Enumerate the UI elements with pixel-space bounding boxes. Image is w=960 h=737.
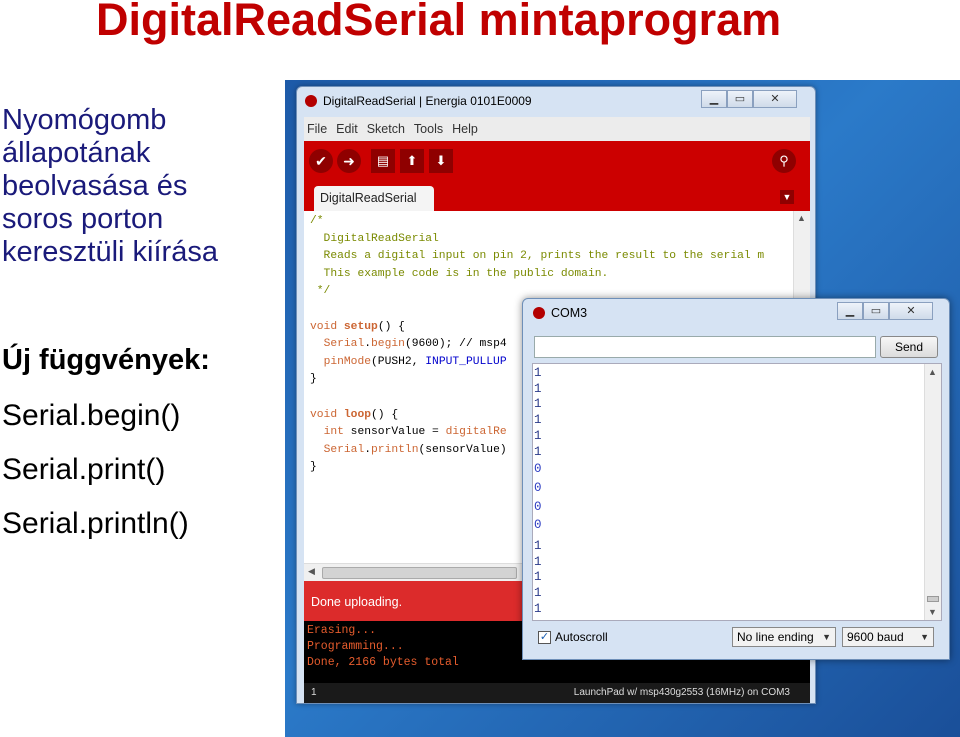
autoscroll-checkbox[interactable]: ✓ [538, 630, 551, 644]
serial-monitor-window-controls: ▁ ▭ ✕ [837, 302, 933, 320]
serial-output-line: 0 [534, 462, 542, 477]
scroll-up-icon[interactable]: ▲ [928, 367, 937, 377]
serial-output-line: 1 [534, 397, 542, 412]
line-ending-select[interactable]: No line ending ▼ [732, 627, 836, 647]
ide-tabbar: DigitalReadSerial ▼ [304, 181, 810, 211]
function-item: Serial.print() [2, 453, 166, 486]
serial-output-scrollbar[interactable]: ▲ ▼ [924, 364, 941, 620]
menu-help[interactable]: Help [452, 122, 478, 136]
maximize-icon[interactable]: ▭ [863, 302, 889, 320]
serial-output-line: 1 [534, 413, 542, 428]
tab-menu-icon[interactable]: ▼ [780, 190, 794, 204]
serial-output-line: 1 [534, 570, 542, 585]
code-line: This example code is in the public domai… [310, 267, 609, 280]
minimize-icon[interactable]: ▁ [701, 90, 727, 108]
editor-horizontal-scrollbar[interactable]: ◀ [304, 563, 534, 581]
new-functions-heading: Új függvények: [2, 344, 210, 376]
serial-monitor-bottom-bar: ✓ Autoscroll No line ending ▼ 9600 baud … [532, 624, 942, 650]
ide-toolbar: ✔ ➜ ▤ ⬆ ⬇ ⚲ [304, 141, 810, 181]
serial-output-line: 1 [534, 554, 542, 569]
code-line: /* [310, 215, 324, 227]
serial-output-line: 1 [534, 381, 542, 396]
code-line: Reads a digital input on pin 2, prints t… [310, 250, 765, 263]
description-line: soros porton [2, 203, 164, 235]
send-button[interactable]: Send [880, 336, 938, 358]
ide-footer: 1 LaunchPad w/ msp430g2553 (16MHz) on CO… [304, 683, 810, 703]
serial-output-line: 1 [534, 586, 542, 601]
scroll-down-icon[interactable]: ▼ [928, 607, 937, 617]
scroll-thumb[interactable] [927, 596, 939, 602]
code-line: DigitalReadSerial [310, 232, 439, 245]
serial-output-line: 1 [534, 428, 542, 443]
tab-digitalreadserial[interactable]: DigitalReadSerial [314, 186, 434, 211]
new-sketch-icon[interactable]: ▤ [371, 149, 395, 173]
serial-monitor-icon[interactable]: ⚲ [772, 149, 796, 173]
serial-output-line: 1 [534, 444, 542, 459]
serial-output-line: 1 [534, 366, 542, 380]
maximize-icon[interactable]: ▭ [727, 90, 753, 108]
slide-title: DigitalReadSerial mintaprogram [96, 0, 782, 45]
serial-output-line: 0 [534, 480, 542, 495]
description-line: állapotának [2, 137, 151, 169]
energia-app-icon [533, 307, 545, 319]
serial-output-line: 1 [534, 539, 542, 554]
function-item: Serial.println() [2, 507, 189, 540]
menu-tools[interactable]: Tools [414, 122, 443, 136]
baud-rate-select[interactable]: 9600 baud ▼ [842, 627, 934, 647]
menu-sketch[interactable]: Sketch [367, 122, 405, 136]
close-icon[interactable]: ✕ [753, 90, 797, 108]
slide-description: Nyomógomb állapotának beolvasása és soro… [2, 104, 282, 269]
autoscroll-label: Autoscroll [555, 630, 608, 644]
serial-input-field[interactable] [534, 336, 876, 358]
scroll-left-icon[interactable]: ◀ [308, 566, 315, 577]
menu-edit[interactable]: Edit [336, 122, 358, 136]
verify-icon[interactable]: ✔ [309, 149, 333, 173]
close-icon[interactable]: ✕ [889, 302, 933, 320]
menu-file[interactable]: File [307, 122, 327, 136]
function-list: Serial.begin() Serial.print() Serial.pri… [2, 398, 189, 560]
description-line: beolvasása és [2, 170, 188, 202]
save-sketch-icon[interactable]: ⬇ [429, 149, 453, 173]
serial-output-line: 0 [534, 518, 542, 533]
description-line: keresztüli kiírása [2, 236, 218, 268]
minimize-icon[interactable]: ▁ [837, 302, 863, 320]
function-item: Serial.begin() [2, 399, 181, 432]
scroll-thumb[interactable] [322, 567, 517, 579]
serial-monitor-window: COM3 ▁ ▭ ✕ Send 1 1 1 1 1 1 0 0 0 0 1 1 … [522, 298, 950, 660]
open-sketch-icon[interactable]: ⬆ [400, 149, 424, 173]
energia-app-icon [305, 95, 317, 107]
line-ending-value: No line ending [737, 630, 814, 644]
serial-output-line: 0 [534, 499, 542, 514]
ide-window-controls: ▁ ▭ ✕ [701, 90, 797, 108]
description-line: Nyomógomb [2, 104, 167, 136]
chevron-down-icon: ▼ [822, 632, 831, 642]
line-number: 1 [311, 687, 317, 698]
serial-monitor-title: COM3 [551, 306, 588, 320]
ide-menubar: File Edit Sketch Tools Help [304, 117, 810, 141]
serial-output-line: 1 [534, 601, 542, 616]
board-info: LaunchPad w/ msp430g2553 (16MHz) on COM3 [573, 687, 790, 698]
upload-icon[interactable]: ➜ [337, 149, 361, 173]
serial-output-lines: 1 1 1 1 1 1 0 0 0 0 1 1 1 1 1 [534, 366, 542, 618]
serial-output: 1 1 1 1 1 1 0 0 0 0 1 1 1 1 1 ▲ ▼ [532, 363, 942, 621]
scroll-up-icon[interactable]: ▲ [797, 213, 806, 223]
ide-window-title: DigitalReadSerial | Energia 0101E0009 [323, 94, 532, 108]
chevron-down-icon: ▼ [920, 632, 929, 642]
baud-rate-value: 9600 baud [847, 630, 904, 644]
